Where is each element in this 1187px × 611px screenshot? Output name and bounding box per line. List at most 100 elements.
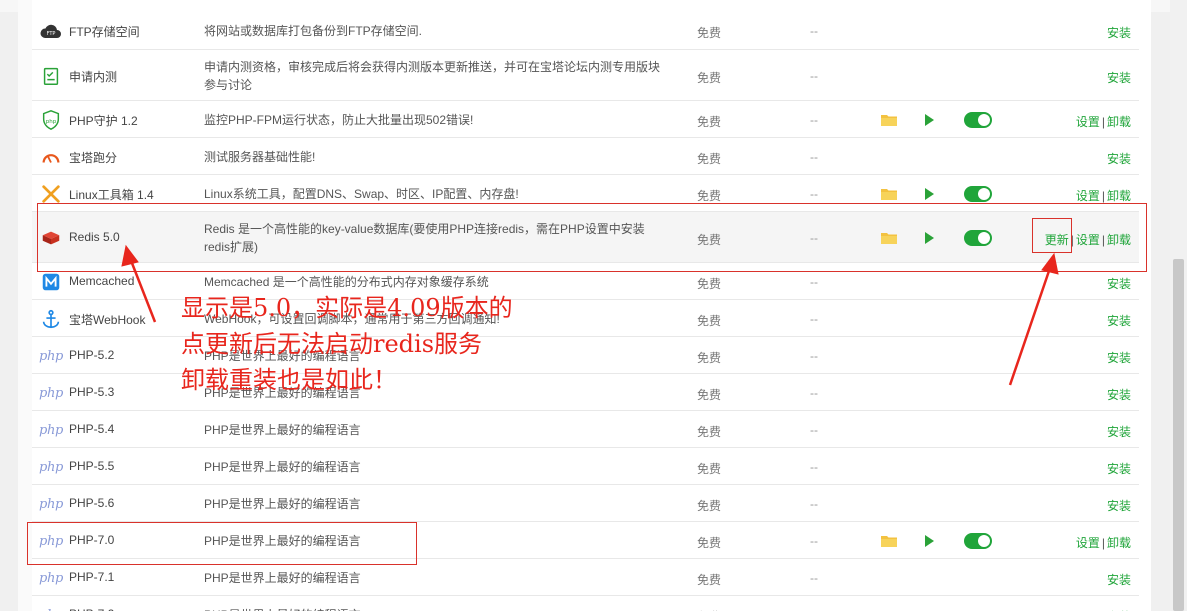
plugin-expiry: --	[810, 423, 818, 437]
ops-separator: |	[1101, 189, 1105, 203]
plugin-name: PHP-7.1	[69, 570, 115, 584]
play-icon[interactable]	[925, 535, 934, 547]
plugin-ops: 设置 | 卸载	[1076, 113, 1131, 130]
plugin-name: PHP-5.4	[69, 422, 115, 436]
plugin-name: 申请内测	[69, 70, 118, 84]
plugin-row: php PHP-5.4 PHP是世界上最好的编程语言 免费 -- 安装	[32, 411, 1139, 448]
plugin-description: 申请内测资格，审核完成后将会获得内测版本更新推送，并可在宝塔论坛内测专用版块参与…	[204, 60, 661, 92]
plugin-name: Linux工具箱 1.4	[69, 188, 154, 202]
plugin-ops: 设置 | 卸载	[1076, 534, 1131, 551]
plugin-price: 免费	[697, 388, 722, 402]
install-link[interactable]: 安装	[1107, 388, 1131, 402]
install-link[interactable]: 安装	[1107, 152, 1131, 166]
plugin-ops: 安装	[1107, 24, 1131, 41]
plugin-name: Memcached	[69, 274, 135, 288]
install-link[interactable]: 安装	[1107, 499, 1131, 513]
plugin-row: php PHP-5.5 PHP是世界上最好的编程语言 免费 -- 安装	[32, 448, 1139, 485]
folder-icon[interactable]	[881, 188, 897, 200]
plugin-row: phpPHP-7.2PHP是世界上最好的编程语言免费--安装	[32, 596, 1139, 611]
homepage-display-toggle[interactable]	[964, 533, 992, 549]
svg-text:php: php	[46, 119, 57, 125]
plugin-description: Memcached 是一个高性能的分布式内存对象缓存系统	[204, 275, 489, 289]
install-link[interactable]: 安装	[1107, 71, 1131, 85]
plugin-ops: 安装	[1107, 312, 1131, 329]
plugin-name: PHP守护 1.2	[69, 114, 138, 128]
install-link[interactable]: 安装	[1107, 573, 1131, 587]
plugin-ops: 安装	[1107, 571, 1131, 588]
plugin-price: 免费	[697, 536, 722, 550]
homepage-display-toggle[interactable]	[964, 186, 992, 202]
plugin-price: 免费	[697, 499, 722, 513]
plugin-price: 免费	[697, 189, 722, 203]
plugin-description: 将网站或数据库打包备份到FTP存储空间.	[204, 24, 422, 38]
play-icon[interactable]	[925, 188, 934, 200]
plugin-expiry: --	[810, 113, 818, 127]
uninstall-link[interactable]: 卸载	[1107, 189, 1131, 203]
annotation-line: 显示是5.0，实际是4.09版本的	[181, 294, 513, 322]
folder-icon[interactable]	[881, 535, 897, 547]
ftp-cloud-icon: FTP	[39, 19, 63, 43]
plugin-expiry: --	[810, 534, 818, 548]
memcached-icon	[39, 270, 63, 294]
plugin-row: 宝塔跑分 测试服务器基础性能! 免费 -- 安装	[32, 138, 1139, 175]
php-icon: php	[38, 570, 64, 586]
plugin-expiry: --	[810, 386, 818, 400]
plugin-price: 免费	[697, 462, 722, 476]
svg-text:FTP: FTP	[47, 31, 56, 37]
redis-row-highlight-box	[37, 203, 1147, 272]
plugin-description: PHP是世界上最好的编程语言	[204, 460, 361, 474]
plugin-expiry: --	[810, 312, 818, 326]
plugin-ops: 安装	[1107, 150, 1131, 167]
plugin-row: 申请内测 申请内测资格，审核完成后将会获得内测版本更新推送，并可在宝塔论坛内测专用…	[32, 50, 1139, 101]
settings-link[interactable]: 设置	[1076, 115, 1100, 129]
php-icon: php	[39, 603, 63, 611]
annotation-text: 显示是5.0，实际是4.09版本的 点更新后无法启动redis服务 卸载重装也是…	[181, 290, 513, 398]
install-link[interactable]: 安装	[1107, 277, 1131, 291]
play-icon[interactable]	[925, 114, 934, 126]
install-link[interactable]: 安装	[1107, 462, 1131, 476]
plugin-name: PHP-5.3	[69, 385, 115, 399]
plugin-name: PHP-5.5	[69, 459, 115, 473]
plugin-description: Linux系统工具，配置DNS、Swap、时区、IP配置、内存盘!	[204, 187, 519, 201]
install-link[interactable]: 安装	[1107, 425, 1131, 439]
plugin-description: PHP是世界上最好的编程语言	[204, 423, 361, 437]
plugin-description: PHP是世界上最好的编程语言	[204, 571, 361, 585]
php-icon: php	[38, 422, 64, 438]
install-link[interactable]: 安装	[1107, 314, 1131, 328]
uninstall-link[interactable]: 卸载	[1107, 115, 1131, 129]
anchor-icon	[39, 307, 63, 331]
settings-link[interactable]: 设置	[1076, 536, 1100, 550]
php-icon: php	[38, 348, 64, 364]
plugin-expiry: --	[810, 24, 818, 38]
plugin-name: 宝塔跑分	[69, 151, 118, 165]
plugin-ops: 安装	[1107, 497, 1131, 514]
plugin-ops: 安装	[1107, 349, 1131, 366]
plugin-expiry: --	[810, 69, 818, 83]
install-link[interactable]: 安装	[1107, 26, 1131, 40]
homepage-display-toggle[interactable]	[964, 112, 992, 128]
plugin-description: 监控PHP-FPM运行状态，防止大批量出现502错误!	[204, 113, 474, 127]
plugin-price: 免费	[697, 115, 722, 129]
plugin-expiry: --	[810, 275, 818, 289]
plugin-name: PHP-7.2	[69, 607, 114, 611]
php-icon: php	[38, 496, 64, 512]
scrollbar-thumb[interactable]	[1173, 259, 1184, 611]
plugin-expiry: --	[810, 571, 818, 585]
install-link[interactable]: 安装	[1107, 351, 1131, 365]
plugin-ops: 安装	[1107, 386, 1131, 403]
plugin-ops: 设置 | 卸载	[1076, 187, 1131, 204]
php-icon: php	[38, 459, 64, 475]
uninstall-link[interactable]: 卸载	[1107, 536, 1131, 550]
beta-clipboard-icon	[39, 64, 63, 88]
plugin-price: 免费	[697, 573, 722, 587]
plugin-ops: 安装	[1107, 69, 1131, 86]
settings-link[interactable]: 设置	[1076, 189, 1100, 203]
plugin-price: 免费	[697, 425, 722, 439]
vertical-scrollbar[interactable]	[1170, 0, 1187, 611]
folder-icon[interactable]	[881, 114, 897, 126]
plugin-expiry: --	[810, 460, 818, 474]
plugin-ops: 安装	[1107, 275, 1131, 292]
speed-gauge-icon	[39, 145, 63, 169]
annotation-line: 卸载重装也是如此！	[181, 366, 397, 394]
plugin-price: 免费	[697, 26, 722, 40]
